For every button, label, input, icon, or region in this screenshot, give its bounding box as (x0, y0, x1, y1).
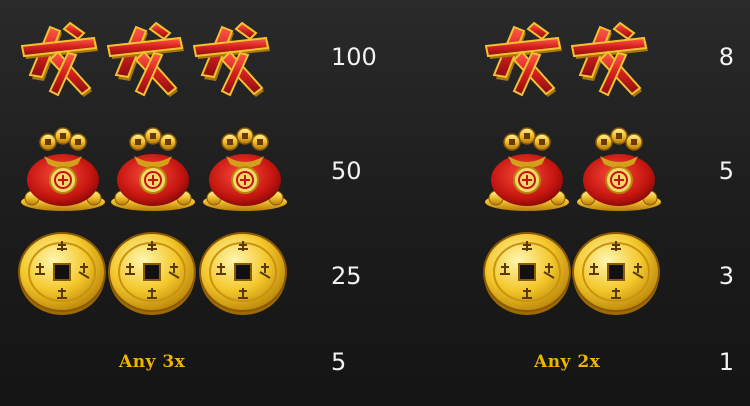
paytable-row-gold-coin: 25 (0, 228, 400, 318)
paytable-row-fa: 8 (470, 13, 750, 103)
payout-value: 8 (718, 43, 734, 71)
gold-coin-icon (107, 228, 197, 318)
fa-character-icon (568, 13, 658, 103)
gold-coin-icon (17, 228, 107, 318)
money-bag-icon (482, 124, 572, 214)
money-bag-icon (18, 124, 108, 214)
money-bag-icon (574, 124, 664, 214)
money-bag-icon (200, 124, 290, 214)
paytable-row-gold-coin: 3 (470, 228, 750, 318)
money-bag-icon (108, 124, 198, 214)
payout-value: 3 (718, 262, 734, 290)
fa-character-icon (18, 13, 108, 103)
fa-character-icon (482, 13, 572, 103)
paytable-3-of-a-kind: 100 50 25 Any 3x 5 (0, 0, 400, 406)
paytable-2-of-a-kind: 8 5 3 Any 2x 1 (470, 0, 750, 406)
any-combo-label: Any 2x (534, 352, 601, 372)
payout-value: 25 (331, 262, 362, 290)
paytable-row-money-bag: 5 (470, 124, 750, 214)
gold-coin-icon (482, 228, 572, 318)
paytable-row-money-bag: 50 (0, 124, 400, 214)
payout-value: 50 (331, 157, 362, 185)
any-combo-label: Any 3x (119, 352, 186, 372)
fa-character-icon (190, 13, 280, 103)
paytable-row-any: Any 2x 1 (470, 330, 750, 390)
payout-value: 5 (331, 348, 347, 376)
payout-value: 100 (331, 43, 377, 71)
gold-coin-icon (571, 228, 661, 318)
fa-character-icon (104, 13, 194, 103)
payout-value: 1 (718, 348, 734, 376)
payout-value: 5 (718, 157, 734, 185)
gold-coin-icon (198, 228, 288, 318)
paytable-row-any: Any 3x 5 (0, 330, 400, 390)
paytable-row-fa: 100 (0, 13, 400, 103)
